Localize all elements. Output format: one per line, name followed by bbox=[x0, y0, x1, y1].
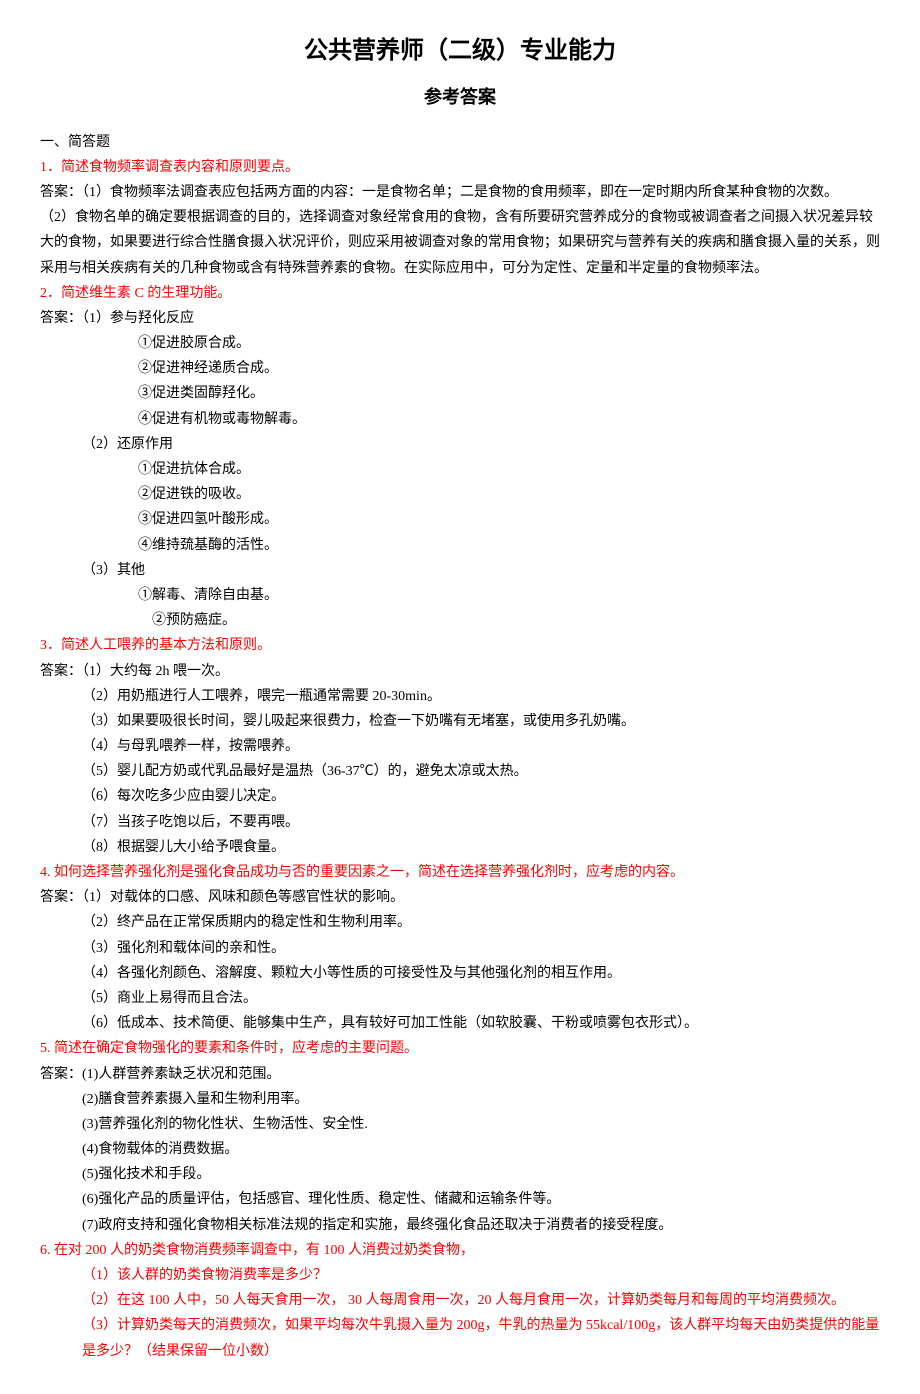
question-2-answer-c0: （3）其他 bbox=[40, 558, 880, 583]
question-3-answer-8: （8）根据婴儿大小给予喂食量。 bbox=[40, 835, 880, 860]
question-3-answer-1: 答案：（1）大约每 2h 喂一次。 bbox=[40, 659, 880, 684]
question-4-answer-2: （2）终产品在正常保质期内的稳定性和生物利用率。 bbox=[40, 910, 880, 935]
document-title: 公共营养师（二级）专业能力 bbox=[40, 30, 880, 73]
question-2-answer-a2: ②促进神经递质合成。 bbox=[40, 356, 880, 381]
question-2-answer-b4: ④维持巯基酶的活性。 bbox=[40, 533, 880, 558]
question-1-answer-2: （2）食物名单的确定要根据调查的目的，选择调查对象经常食用的食物，含有所要研究营… bbox=[40, 205, 880, 281]
document-subtitle: 参考答案 bbox=[40, 81, 880, 113]
question-5-title: 5. 简述在确定食物强化的要素和条件时，应考虑的主要问题。 bbox=[40, 1036, 880, 1061]
question-2-answer-a0: 答案：（1）参与羟化反应 bbox=[40, 306, 880, 331]
question-4-answer-5: （5）商业上易得而且合法。 bbox=[40, 986, 880, 1011]
question-6-sub-2: （2）在这 100 人中，50 人每天食用一次， 30 人每周食用一次，20 人… bbox=[40, 1288, 880, 1313]
question-3-answer-6: （6）每次吃多少应由婴儿决定。 bbox=[40, 784, 880, 809]
question-2-answer-b0: （2）还原作用 bbox=[40, 432, 880, 457]
question-1-title: 1．简述食物频率调查表内容和原则要点。 bbox=[40, 155, 880, 180]
question-2-answer-c2: ②预防癌症。 bbox=[40, 608, 880, 633]
question-4-answer-4: （4）各强化剂颜色、溶解度、颗粒大小等性质的可接受性及与其他强化剂的相互作用。 bbox=[40, 961, 880, 986]
question-4-title: 4. 如何选择营养强化剂是强化食品成功与否的重要因素之一，简述在选择营养强化剂时… bbox=[40, 860, 880, 885]
question-2-answer-b2: ②促进铁的吸收。 bbox=[40, 482, 880, 507]
question-3-answer-3: （3）如果要吸很长时间，婴儿吸起来很费力，检查一下奶嘴有无堵塞，或使用多孔奶嘴。 bbox=[40, 709, 880, 734]
section-heading: 一、简答题 bbox=[40, 130, 880, 155]
question-6-title: 6. 在对 200 人的奶类食物消费频率调查中，有 100 人消费过奶类食物， bbox=[40, 1238, 880, 1263]
question-2-answer-a4: ④促进有机物或毒物解毒。 bbox=[40, 407, 880, 432]
question-1-answer-1: 答案：（1）食物频率法调查表应包括两方面的内容：一是食物名单；二是食物的食用频率… bbox=[40, 180, 880, 205]
question-4-answer-6: （6）低成本、技术简便、能够集中生产，具有较好可加工性能（如软胶囊、干粉或喷雾包… bbox=[40, 1011, 880, 1036]
question-6-sub-3: （3）计算奶类每天的消费频次，如果平均每次牛乳摄入量为 200g，牛乳的热量为 … bbox=[40, 1313, 880, 1363]
question-3-answer-4: （4）与母乳喂养一样，按需喂养。 bbox=[40, 734, 880, 759]
question-6-sub-1: （1）该人群的奶类食物消费率是多少？ bbox=[40, 1263, 880, 1288]
question-3-answer-5: （5）婴儿配方奶或代乳品最好是温热（36-37℃）的，避免太凉或太热。 bbox=[40, 759, 880, 784]
question-5-answer-5: (5)强化技术和手段。 bbox=[40, 1162, 880, 1187]
question-3-answer-7: （7）当孩子吃饱以后，不要再喂。 bbox=[40, 810, 880, 835]
question-5-answer-6: (6)强化产品的质量评估，包括感官、理化性质、稳定性、储藏和运输条件等。 bbox=[40, 1187, 880, 1212]
question-4-answer-1: 答案：（1）对载体的口感、风味和颜色等感官性状的影响。 bbox=[40, 885, 880, 910]
question-2-answer-c1: ①解毒、清除自由基。 bbox=[40, 583, 880, 608]
question-2-answer-b1: ①促进抗体合成。 bbox=[40, 457, 880, 482]
question-3-title: 3．简述人工喂养的基本方法和原则。 bbox=[40, 633, 880, 658]
question-3-answer-2: （2）用奶瓶进行人工喂养，喂完一瓶通常需要 20-30min。 bbox=[40, 684, 880, 709]
question-5-answer-1: 答案：(1)人群营养素缺乏状况和范围。 bbox=[40, 1062, 880, 1087]
question-4-answer-3: （3）强化剂和载体间的亲和性。 bbox=[40, 936, 880, 961]
question-2-title: 2．简述维生素 C 的生理功能。 bbox=[40, 281, 880, 306]
question-5-answer-7: (7)政府支持和强化食物相关标准法规的指定和实施，最终强化食品还取决于消费者的接… bbox=[40, 1213, 880, 1238]
question-2-answer-a1: ①促进胶原合成。 bbox=[40, 331, 880, 356]
question-5-answer-3: (3)营养强化剂的物化性状、生物活性、安全性. bbox=[40, 1112, 880, 1137]
question-2-answer-a3: ③促进类固醇羟化。 bbox=[40, 381, 880, 406]
question-5-answer-2: (2)膳食营养素摄入量和生物利用率。 bbox=[40, 1087, 880, 1112]
question-2-answer-b3: ③促进四氢叶酸形成。 bbox=[40, 507, 880, 532]
question-5-answer-4: (4)食物载体的消费数据。 bbox=[40, 1137, 880, 1162]
